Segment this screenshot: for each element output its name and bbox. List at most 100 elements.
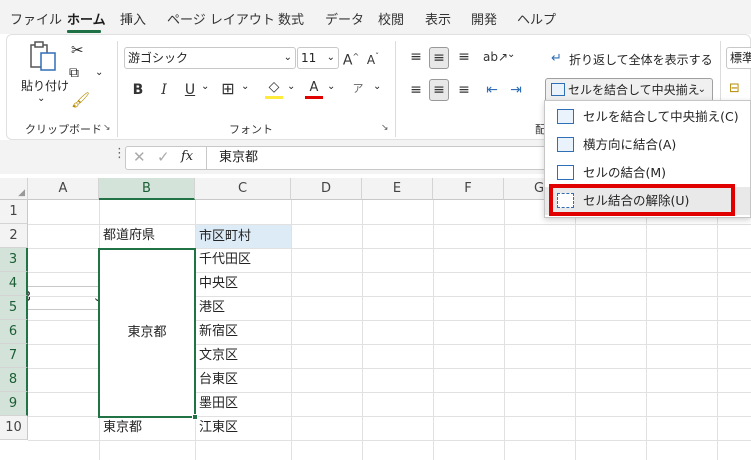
cell-c2[interactable]: 市区町村	[196, 225, 291, 248]
cell-c9[interactable]: 墨田区	[196, 392, 238, 416]
menu-item-merge-cells[interactable]: セルの結合(M)	[545, 159, 750, 187]
wrap-text-button[interactable]: 折り返して全体を表示する	[569, 51, 713, 68]
tab-data[interactable]: データ	[325, 9, 364, 28]
cell-c5[interactable]: 港区	[196, 296, 225, 320]
column-gridline	[575, 200, 576, 460]
menu-item-label: セルを結合して中央揃え(C)	[583, 109, 739, 124]
wrap-text-icon[interactable]: ↵	[551, 51, 562, 66]
decrease-indent-icon[interactable]: ⇤	[483, 80, 501, 100]
merged-cell-b3-b9[interactable]: 東京都	[98, 248, 196, 418]
format-painter-icon[interactable]: 🖌	[71, 91, 90, 109]
tab-formulas[interactable]: 数式	[278, 9, 304, 28]
font-color-icon[interactable]: A	[305, 79, 323, 99]
cell-c4[interactable]: 中央区	[196, 272, 238, 296]
tab-file[interactable]: ファイル	[10, 9, 62, 28]
tab-home[interactable]: ホーム	[67, 9, 106, 28]
row-header-7[interactable]: 7	[0, 344, 28, 368]
align-left-icon[interactable]: ≡	[407, 80, 425, 100]
align-top-icon[interactable]: ≡	[407, 47, 425, 67]
cell-c10[interactable]: 江東区	[196, 416, 238, 440]
cell-c6[interactable]: 新宿区	[196, 320, 238, 344]
highlight-box	[549, 184, 735, 216]
tab-page-layout[interactable]: ページ レイアウト	[167, 9, 275, 28]
merge-center-icon	[557, 109, 574, 124]
fill-color-icon[interactable]: ◇	[265, 79, 283, 99]
merge-center-button[interactable]: セルを結合して中央揃え ⌄	[545, 78, 713, 102]
copy-icon[interactable]: ⧉	[69, 65, 79, 81]
row-header-1[interactable]: 1	[0, 200, 28, 224]
column-header-d[interactable]: D	[291, 178, 362, 200]
underline-chevron-icon[interactable]: ⌄	[201, 81, 209, 92]
row-header-6[interactable]: 6	[0, 320, 28, 344]
borders-icon[interactable]: ⊞	[219, 79, 237, 99]
decrease-font-size-icon[interactable]: Aˇ	[364, 47, 382, 70]
cancel-icon[interactable]: ✕	[133, 148, 146, 166]
phonetic-chevron-icon[interactable]: ⌄	[373, 81, 381, 92]
font-size-dropdown[interactable]: 11 ⌄	[297, 47, 339, 69]
column-header-b[interactable]: B	[99, 178, 195, 200]
align-right-icon[interactable]: ≡	[455, 80, 473, 100]
font-name-value: 游ゴシック	[128, 51, 189, 65]
borders-chevron-icon[interactable]: ⌄	[241, 81, 249, 92]
column-header-e[interactable]: E	[362, 178, 433, 200]
cut-icon[interactable]: ✂	[71, 41, 84, 59]
font-size-value: 11	[301, 51, 317, 65]
increase-indent-icon[interactable]: ⇥	[507, 80, 525, 100]
column-header-a[interactable]: A	[28, 178, 99, 200]
font-name-dropdown[interactable]: 游ゴシック ⌄	[124, 47, 296, 69]
number-format-dropdown[interactable]: 標準	[726, 47, 751, 69]
row-header-8[interactable]: 8	[0, 368, 28, 392]
paste-icon[interactable]	[21, 41, 61, 71]
row-header-4[interactable]: 4	[0, 272, 28, 296]
row-header-5[interactable]: 5	[0, 296, 28, 320]
row-header-3[interactable]: 3	[0, 248, 28, 272]
increase-font-size-icon[interactable]: A^	[342, 47, 360, 71]
phonetic-guide-icon[interactable]: ア	[351, 79, 365, 99]
menu-item-merge-across[interactable]: 横方向に結合(A)	[545, 131, 750, 159]
row-header-2[interactable]: 2	[0, 224, 28, 248]
tab-help[interactable]: ヘルプ	[517, 9, 556, 28]
font-group-label: フォント	[229, 123, 273, 136]
fill-color-chevron-icon[interactable]: ⌄	[287, 81, 295, 92]
tab-developer[interactable]: 開発	[471, 9, 497, 28]
paste-dropdown-chevron-icon[interactable]: ⌄	[37, 93, 45, 104]
underline-button[interactable]: U	[183, 80, 197, 100]
enter-check-icon[interactable]: ✓	[157, 148, 170, 166]
select-all-corner[interactable]: ◢	[0, 178, 28, 200]
tab-review[interactable]: 校閲	[378, 9, 404, 28]
column-header-f[interactable]: F	[433, 178, 504, 200]
orientation-chevron-icon[interactable]: ⌄	[507, 49, 515, 60]
cell-b10[interactable]: 東京都	[100, 416, 142, 440]
italic-button[interactable]: I	[157, 80, 171, 100]
active-tab-indicator	[67, 30, 101, 33]
cell-b2[interactable]: 都道府県	[100, 224, 195, 248]
clipboard-launcher-icon[interactable]: ↘	[103, 123, 111, 133]
copy-dropdown-chevron-icon[interactable]: ⌄	[95, 67, 103, 78]
font-color-chevron-icon[interactable]: ⌄	[327, 81, 335, 92]
merge-center-label: セルを結合して中央揃え	[568, 83, 700, 97]
align-middle-icon[interactable]: ≡	[429, 47, 449, 69]
orientation-icon[interactable]: ab↗	[483, 47, 508, 67]
menu-item-label: セルの結合(M)	[583, 165, 667, 180]
bold-button[interactable]: B	[131, 80, 145, 100]
merge-cells-icon	[557, 165, 574, 180]
merge-center-chevron-icon: ⌄	[697, 84, 706, 95]
font-launcher-icon[interactable]: ↘	[381, 123, 389, 133]
currency-format-icon[interactable]: ⊟	[729, 81, 740, 96]
align-bottom-icon[interactable]: ≡	[455, 47, 473, 67]
tab-insert[interactable]: 挿入	[120, 9, 146, 28]
row-header-9[interactable]: 9	[0, 392, 28, 416]
tab-view[interactable]: 表示	[425, 9, 451, 28]
insert-function-button[interactable]: fx	[181, 149, 193, 164]
clipboard-group-label: クリップボード	[25, 123, 102, 136]
menu-item-merge-center[interactable]: セルを結合して中央揃え(C)	[545, 103, 750, 131]
align-center-icon[interactable]: ≡	[429, 79, 449, 101]
row-header-10[interactable]: 10	[0, 416, 28, 440]
cell-c3[interactable]: 千代田区	[196, 248, 251, 272]
paste-button-label[interactable]: 貼り付け	[21, 77, 69, 94]
column-header-c[interactable]: C	[195, 178, 291, 200]
cell-c8[interactable]: 台東区	[196, 368, 238, 392]
cell-c7[interactable]: 文京区	[196, 344, 238, 368]
merge-center-icon	[551, 83, 565, 96]
column-gridline	[717, 200, 718, 460]
